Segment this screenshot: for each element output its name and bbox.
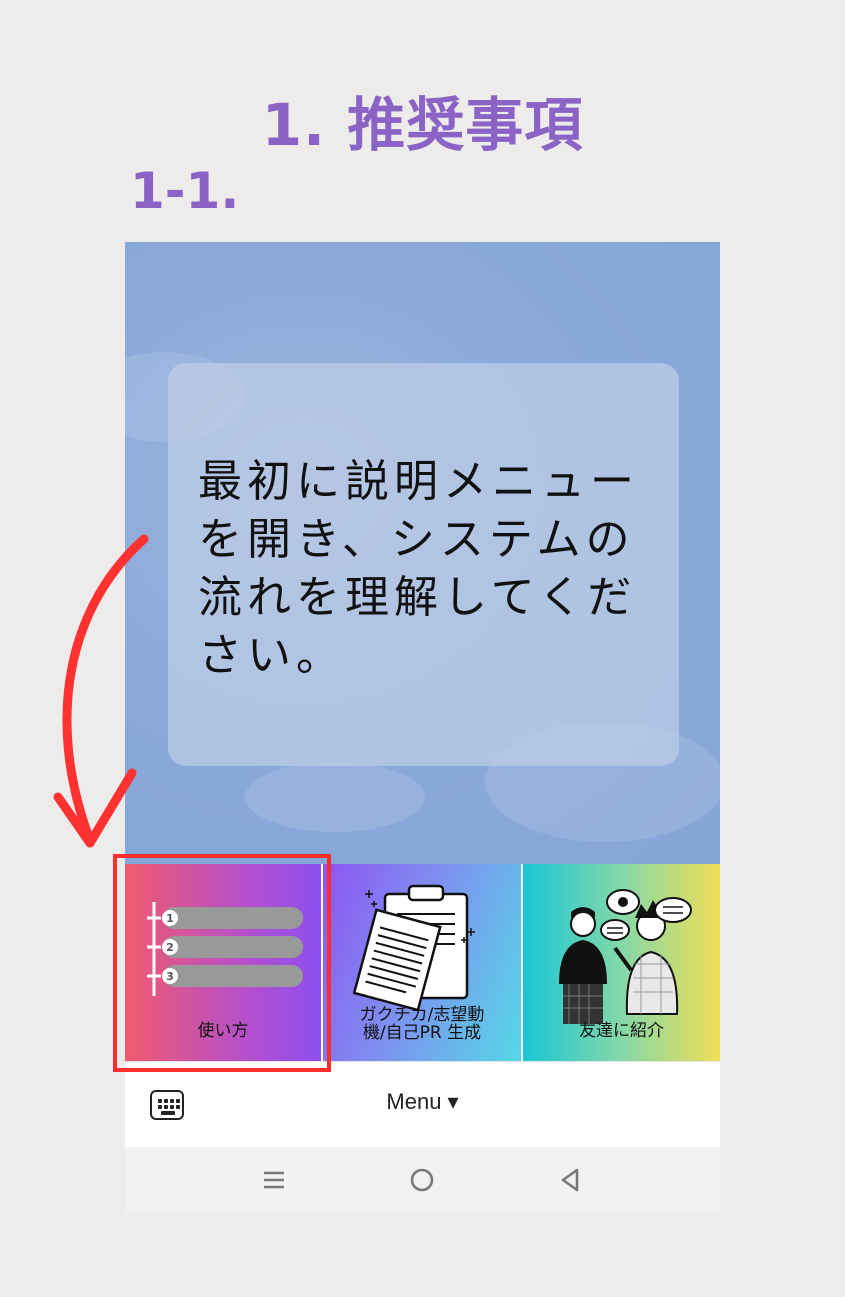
instruction-text: 最初に説明メニューを開き、システムの流れを理解してください。 xyxy=(198,456,639,681)
tile-generate-pr[interactable]: ガクチカ/志望動 機/自己PR 生成 xyxy=(323,864,521,1061)
page-title: 1. 推奨事項 xyxy=(261,91,584,159)
system-nav-bar xyxy=(125,1147,720,1213)
recent-apps-icon[interactable] xyxy=(254,1165,294,1195)
highlight-box xyxy=(113,854,331,1072)
tile-label-generate-pr: ガクチカ/志望動 機/自己PR 生成 xyxy=(323,1006,521,1042)
tile-label-line1: ガクチカ/志望動 xyxy=(359,1005,485,1025)
instruction-card: 最初に説明メニューを開き、システムの流れを理解してください。 xyxy=(168,363,679,766)
tile-refer-friend[interactable]: 友達に紹介 xyxy=(523,864,720,1061)
chat-bottom-bar: Menu ▾ xyxy=(125,1061,720,1148)
people-talking-icon xyxy=(559,889,692,1024)
menu-toggle-button[interactable]: Menu ▾ xyxy=(125,1089,720,1115)
back-icon[interactable] xyxy=(550,1165,590,1195)
step-label: 1-1. xyxy=(130,162,240,220)
tile-label-refer-friend: 友達に紹介 xyxy=(579,1021,664,1041)
clipboard-documents-icon xyxy=(352,884,475,1012)
red-arrow-icon xyxy=(53,534,149,848)
tile-label-line2: 機/自己PR 生成 xyxy=(362,1023,482,1043)
home-icon[interactable] xyxy=(402,1165,442,1195)
